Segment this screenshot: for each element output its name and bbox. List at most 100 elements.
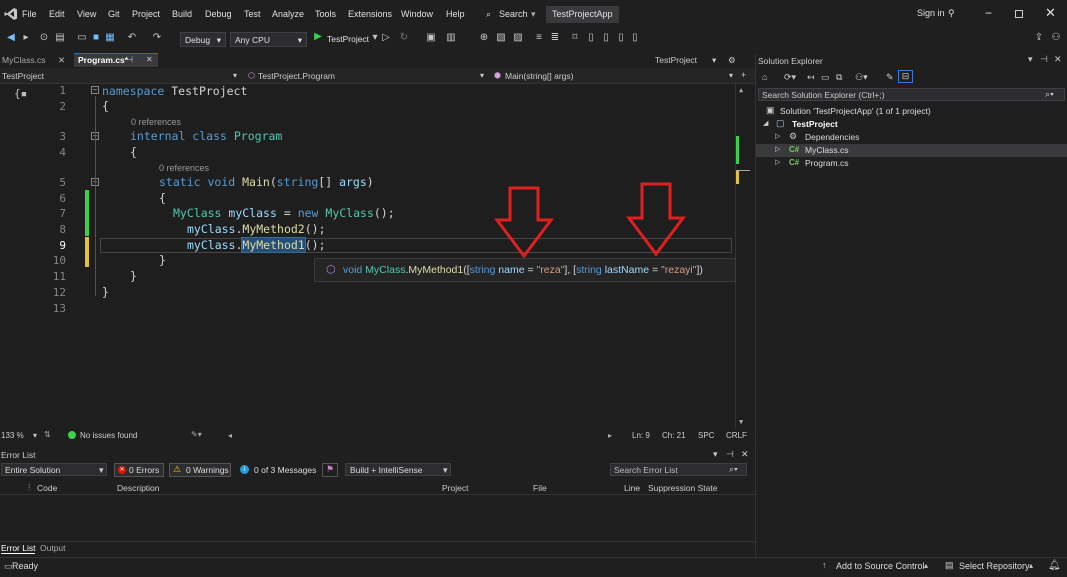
- collapsed-icon[interactable]: ▷: [775, 158, 780, 166]
- column-suppression-state[interactable]: Suppression State: [648, 483, 717, 493]
- tab-error-list[interactable]: Error List: [1, 543, 36, 554]
- whitespace-indicator[interactable]: SPC: [698, 431, 714, 440]
- toolbar-icon-d[interactable]: ▧: [495, 32, 507, 44]
- menu-view[interactable]: View: [77, 9, 96, 19]
- collapsed-icon[interactable]: ▷: [775, 145, 780, 153]
- tab-output[interactable]: Output: [40, 543, 66, 553]
- toolbar-icon-c[interactable]: ⊕: [478, 32, 490, 44]
- close-icon[interactable]: ✕: [1054, 54, 1062, 65]
- column-line[interactable]: Line: [624, 483, 640, 493]
- issues-status[interactable]: No issues found: [80, 431, 137, 440]
- chevron-up-icon[interactable]: ▴: [924, 561, 928, 570]
- start-debugging-icon[interactable]: ▶: [312, 31, 324, 43]
- menu-extensions[interactable]: Extensions: [348, 9, 392, 19]
- toolbar-icon-a[interactable]: ▣: [425, 32, 437, 44]
- close-window-button[interactable]: ✕: [1045, 5, 1056, 21]
- line-indicator[interactable]: Ln: 9: [632, 431, 650, 440]
- warnings-filter-button[interactable]: ⚠ 0 Warnings: [169, 463, 231, 477]
- account-icon[interactable]: ⚲: [948, 8, 955, 19]
- menu-edit[interactable]: Edit: [49, 9, 65, 19]
- pin-icon[interactable]: ⊣: [726, 449, 734, 460]
- save-all-icon[interactable]: ▦: [104, 32, 116, 44]
- bookmark-icon[interactable]: ⌑: [569, 32, 581, 44]
- search-button[interactable]: Search: [499, 9, 528, 19]
- menu-help[interactable]: Help: [446, 9, 465, 19]
- toolbar-icon-b[interactable]: ▥: [445, 32, 457, 44]
- filter-icon[interactable]: ⚇▾: [855, 72, 868, 83]
- build-source-select[interactable]: Build + IntelliSense ▾: [345, 463, 451, 476]
- tab-myclass-close-icon[interactable]: ✕: [56, 53, 67, 67]
- vertical-scrollbar[interactable]: ▲ ▼: [735, 84, 750, 428]
- sort-icon[interactable]: ⁞: [28, 482, 31, 492]
- tab-myclass[interactable]: MyClass.cs: [0, 53, 47, 67]
- menu-file[interactable]: File: [22, 9, 37, 19]
- scroll-down-icon[interactable]: ▼: [739, 418, 743, 426]
- minimize-button[interactable]: −: [985, 6, 992, 20]
- scroll-right-icon[interactable]: ▸: [608, 431, 612, 440]
- menu-test[interactable]: Test: [244, 9, 261, 19]
- platform-select[interactable]: Any CPU ▾: [230, 32, 307, 47]
- tree-item-solution[interactable]: ▣ Solution 'TestProjectApp' (1 of 1 proj…: [756, 105, 1067, 118]
- back-icon[interactable]: ↤: [807, 72, 815, 83]
- errors-filter-button[interactable]: ✕ 0 Errors: [114, 463, 164, 477]
- toolbar-icon-h[interactable]: ▯: [615, 32, 627, 44]
- column-description[interactable]: Description: [117, 483, 160, 493]
- properties-icon[interactable]: ✎: [886, 72, 894, 83]
- tab-list-dropdown-icon[interactable]: ▾: [710, 53, 718, 67]
- references-codelens[interactable]: 0 references: [159, 163, 209, 173]
- hot-reload-icon[interactable]: ↻: [398, 32, 410, 44]
- column-project[interactable]: Project: [442, 483, 468, 493]
- pin-icon[interactable]: ⊣: [126, 55, 133, 64]
- open-file-icon[interactable]: ▭: [76, 32, 88, 44]
- menu-git[interactable]: Git: [108, 9, 120, 19]
- live-share-icon[interactable]: ⇪: [1033, 32, 1045, 44]
- toolbar-icon-i[interactable]: ▯: [629, 32, 641, 44]
- health-icon[interactable]: ⇅: [44, 430, 51, 439]
- menu-analyze[interactable]: Analyze: [272, 9, 304, 19]
- collapsed-icon[interactable]: ▷: [775, 132, 780, 140]
- feedback-icon[interactable]: ⚇: [1050, 32, 1062, 44]
- chevron-down-icon[interactable]: ▾: [233, 71, 237, 80]
- line-ending-indicator[interactable]: CRLF: [726, 431, 747, 440]
- panel-dropdown-icon[interactable]: ▾: [1028, 54, 1033, 65]
- project-dropdown[interactable]: TestProject: [2, 71, 44, 81]
- close-icon[interactable]: ✕: [741, 449, 749, 460]
- tab-program[interactable]: Program.cs* ⊣ ✕: [74, 53, 158, 67]
- brush-icon[interactable]: ✎▾: [191, 430, 202, 439]
- references-codelens[interactable]: 0 references: [131, 117, 181, 127]
- pin-icon[interactable]: ⊣: [1040, 54, 1048, 65]
- run-target-button[interactable]: TestProject: [327, 34, 369, 44]
- uncomment-icon[interactable]: ≣: [549, 32, 561, 44]
- chevron-down-icon[interactable]: ▾: [729, 71, 733, 80]
- panel-dropdown-icon[interactable]: ▾: [713, 449, 718, 460]
- scroll-left-icon[interactable]: ◂: [228, 431, 232, 440]
- notifications-bell-icon[interactable]: 🔔︎: [1048, 560, 1061, 571]
- filter-icon[interactable]: ⚑: [322, 463, 338, 477]
- maximize-button[interactable]: [1015, 10, 1023, 18]
- scroll-up-icon[interactable]: ▲: [739, 86, 743, 94]
- select-repository-button[interactable]: Select Repository: [959, 561, 1030, 571]
- menu-window[interactable]: Window: [401, 9, 433, 19]
- expanded-icon[interactable]: ◢: [763, 119, 768, 127]
- column-file[interactable]: File: [533, 483, 547, 493]
- chevron-up-icon[interactable]: ▴: [1029, 561, 1033, 570]
- tree-item-myclass[interactable]: ▷ C# MyClass.cs: [756, 144, 1067, 157]
- tree-item-program[interactable]: ▷ C# Program.cs: [756, 157, 1067, 170]
- forward-icon[interactable]: ▸: [20, 32, 32, 44]
- tab-program-close-icon[interactable]: ✕: [146, 55, 153, 64]
- solution-search-input[interactable]: Search Solution Explorer (Ctrl+;) ⌕▾: [758, 88, 1065, 101]
- undo-icon[interactable]: ↶: [126, 32, 138, 44]
- redo-icon[interactable]: ↷: [151, 32, 163, 44]
- settings-icon[interactable]: ⚙: [726, 53, 738, 67]
- tree-item-project[interactable]: ◢ ▢ TestProject: [756, 118, 1067, 131]
- comment-icon[interactable]: ≡: [533, 32, 545, 44]
- search-icon[interactable]: ⌕: [486, 9, 491, 20]
- add-to-source-control-button[interactable]: Add to Source Control: [836, 561, 925, 571]
- collapse-icon[interactable]: −: [91, 86, 99, 94]
- toolbar-icon-g[interactable]: ▯: [600, 32, 612, 44]
- configuration-select[interactable]: Debug ▾: [180, 32, 226, 47]
- menu-project[interactable]: Project: [132, 9, 160, 19]
- zoom-level[interactable]: 133 %: [1, 431, 24, 440]
- split-editor-icon[interactable]: +: [741, 70, 746, 80]
- collapse-all-icon[interactable]: ▭: [821, 72, 830, 83]
